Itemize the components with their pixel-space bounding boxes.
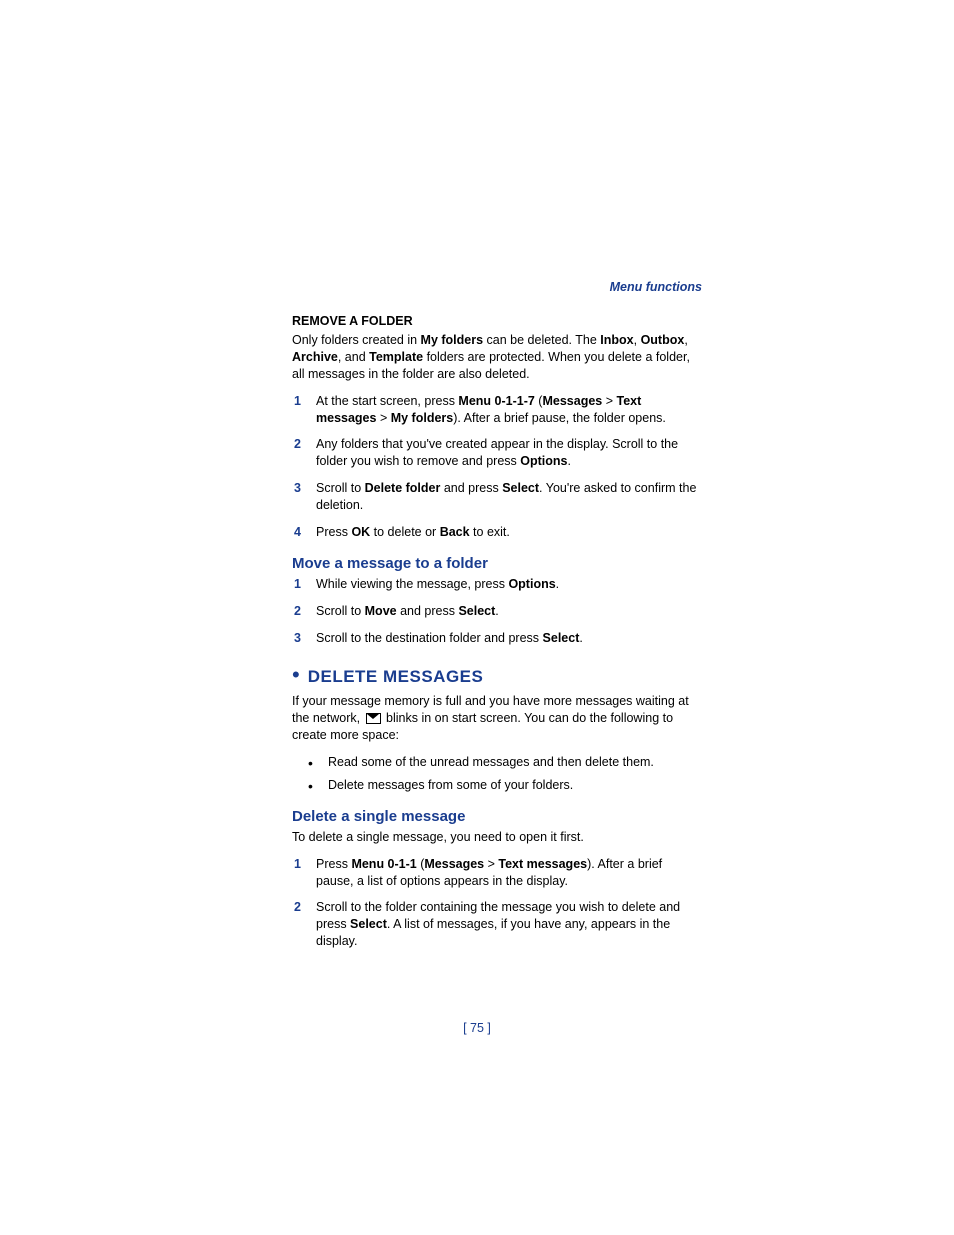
step-item: 2Scroll to Move and press Select. [292, 603, 702, 620]
step-number: 3 [294, 630, 301, 647]
delete-messages-heading: • DELETE MESSAGES [292, 664, 702, 687]
step-item: 4Press OK to delete or Back to exit. [292, 524, 702, 541]
delete-single-title: Delete a single message [292, 808, 702, 825]
delete-messages-title: DELETE MESSAGES [308, 667, 484, 687]
step-number: 4 [294, 524, 301, 541]
step-item: 1While viewing the message, press Option… [292, 576, 702, 593]
section-header: Menu functions [292, 280, 702, 294]
bullet-icon: • [292, 664, 300, 686]
step-number: 1 [294, 393, 301, 410]
step-number: 2 [294, 436, 301, 453]
bullet-item: Delete messages from some of your folder… [292, 777, 702, 794]
page-content: Menu functions REMOVE A FOLDER Only fold… [292, 280, 702, 964]
step-number: 2 [294, 603, 301, 620]
remove-folder-intro: Only folders created in My folders can b… [292, 332, 702, 383]
step-item: 3Scroll to Delete folder and press Selec… [292, 480, 702, 514]
step-item: 1At the start screen, press Menu 0-1-1-7… [292, 393, 702, 427]
delete-single-steps: 1Press Menu 0-1-1 (Messages > Text messa… [292, 856, 702, 950]
delete-messages-intro: If your message memory is full and you h… [292, 693, 702, 744]
bullet-item: Read some of the unread messages and the… [292, 754, 702, 771]
step-number: 3 [294, 480, 301, 497]
move-message-title: Move a message to a folder [292, 555, 702, 572]
page-number: [ 75 ] [0, 1021, 954, 1035]
step-number: 1 [294, 856, 301, 873]
step-item: 2Scroll to the folder containing the mes… [292, 899, 702, 950]
step-number: 1 [294, 576, 301, 593]
step-item: 2Any folders that you've created appear … [292, 436, 702, 470]
step-number: 2 [294, 899, 301, 916]
envelope-icon [366, 713, 381, 724]
remove-folder-title: REMOVE A FOLDER [292, 314, 702, 328]
delete-messages-bullets: Read some of the unread messages and the… [292, 754, 702, 794]
remove-folder-steps: 1At the start screen, press Menu 0-1-1-7… [292, 393, 702, 541]
step-item: 1Press Menu 0-1-1 (Messages > Text messa… [292, 856, 702, 890]
step-item: 3Scroll to the destination folder and pr… [292, 630, 702, 647]
move-message-steps: 1While viewing the message, press Option… [292, 576, 702, 647]
delete-single-intro: To delete a single message, you need to … [292, 829, 702, 846]
